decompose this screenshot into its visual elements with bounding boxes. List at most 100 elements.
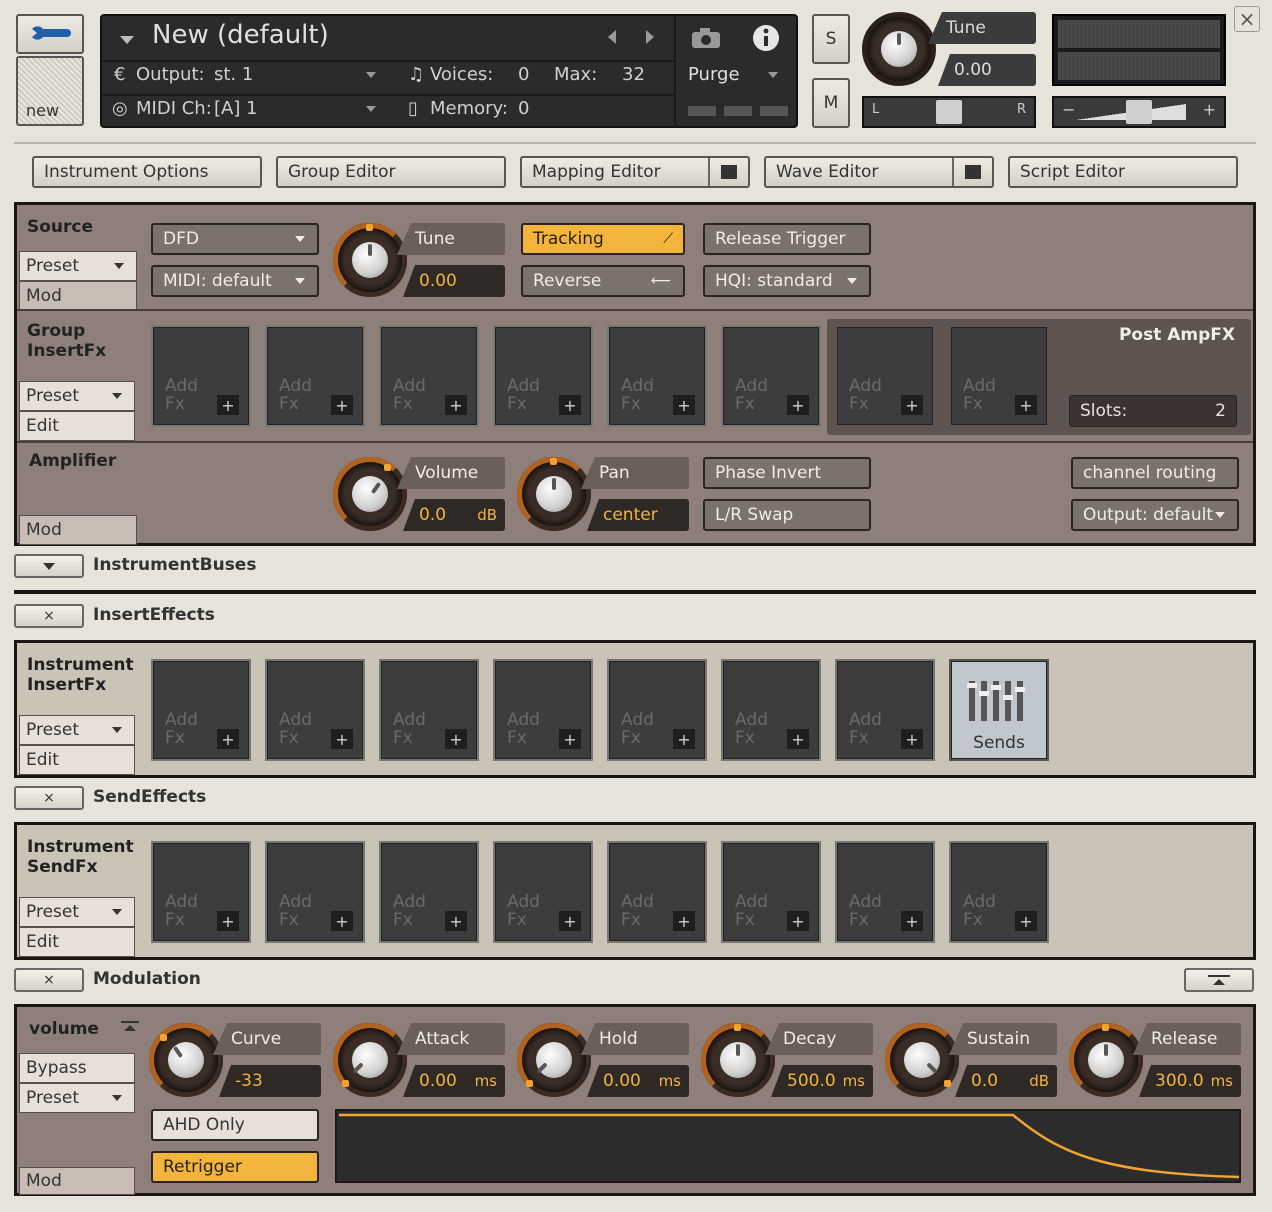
- inst-insert-slot-1[interactable]: Add Fx +: [151, 659, 251, 761]
- inst-send-slot-1[interactable]: Add Fx +: [151, 841, 251, 943]
- inst-send-slot-8[interactable]: Add Fx +: [949, 841, 1049, 943]
- add-fx-icon[interactable]: +: [1015, 911, 1037, 931]
- inst-insert-slot-2[interactable]: Add Fx +: [265, 659, 365, 761]
- decay-value[interactable]: 500.0 ms: [771, 1065, 873, 1097]
- add-fx-icon[interactable]: +: [787, 911, 809, 931]
- group-fx-slot-1[interactable]: Add Fx +: [151, 325, 251, 427]
- release-value[interactable]: 300.0 ms: [1139, 1065, 1241, 1097]
- inst-insert-edit-tab[interactable]: Edit: [19, 745, 135, 775]
- volume-handle[interactable]: [1126, 100, 1152, 124]
- modulation-close-button[interactable]: ×: [14, 968, 84, 992]
- tracking-button[interactable]: Tracking ⟋: [521, 223, 685, 255]
- header-tune-knob[interactable]: [862, 12, 936, 86]
- add-fx-icon[interactable]: +: [445, 911, 467, 931]
- add-fx-icon[interactable]: +: [559, 729, 581, 749]
- add-fx-icon[interactable]: +: [331, 395, 353, 415]
- pan-value[interactable]: center: [587, 499, 689, 531]
- instrument-buses-expand-button[interactable]: [14, 554, 84, 578]
- sustain-value[interactable]: 0.0 dB: [955, 1065, 1057, 1097]
- add-fx-icon[interactable]: +: [445, 729, 467, 749]
- mapping-editor-button[interactable]: Mapping Editor: [520, 156, 750, 188]
- source-tune-value[interactable]: 0.00: [403, 265, 505, 297]
- add-fx-icon[interactable]: +: [787, 729, 809, 749]
- sends-slot[interactable]: Sends: [949, 659, 1049, 761]
- mod-preset-tab[interactable]: Preset: [19, 1083, 135, 1113]
- close-button[interactable]: ×: [1234, 6, 1260, 32]
- midi-value[interactable]: [A] 1: [214, 98, 258, 119]
- ahd-only-button[interactable]: AHD Only: [151, 1109, 319, 1141]
- release-trigger-button[interactable]: Release Trigger: [703, 223, 871, 255]
- pan-handle[interactable]: [936, 100, 962, 124]
- phase-invert-button[interactable]: Phase Invert: [703, 457, 871, 489]
- volume-slider[interactable]: − +: [1052, 96, 1226, 128]
- add-fx-icon[interactable]: +: [331, 911, 353, 931]
- volume-value[interactable]: 0.0 dB: [403, 499, 505, 531]
- popout-icon[interactable]: [952, 158, 992, 186]
- curve-knob[interactable]: [149, 1023, 223, 1097]
- add-fx-icon[interactable]: +: [445, 395, 467, 415]
- inst-send-slot-3[interactable]: Add Fx +: [379, 841, 479, 943]
- reverse-button[interactable]: Reverse ⟵: [521, 265, 685, 297]
- add-fx-icon[interactable]: +: [901, 729, 923, 749]
- instrument-name[interactable]: New (default): [152, 20, 329, 50]
- midi-dropdown-icon[interactable]: [366, 106, 376, 112]
- mute-button[interactable]: M: [812, 78, 850, 128]
- add-fx-icon[interactable]: +: [217, 729, 239, 749]
- new-button[interactable]: new: [16, 56, 84, 126]
- header-tune-value[interactable]: 0.00: [938, 54, 1036, 86]
- wave-editor-button[interactable]: Wave Editor: [764, 156, 994, 188]
- add-fx-icon[interactable]: +: [559, 395, 581, 415]
- decay-knob[interactable]: [701, 1023, 775, 1097]
- group-fx-slot-6[interactable]: Add Fx +: [721, 325, 821, 427]
- info-icon[interactable]: [752, 24, 780, 52]
- pan-knob[interactable]: [517, 457, 591, 531]
- source-midi-select[interactable]: MIDI: default: [151, 265, 319, 297]
- inst-insert-slot-5[interactable]: Add Fx +: [607, 659, 707, 761]
- prev-arrow-icon[interactable]: [608, 30, 616, 44]
- add-fx-icon[interactable]: +: [673, 911, 695, 931]
- inst-send-preset-tab[interactable]: Preset: [19, 897, 135, 927]
- volume-knob[interactable]: [333, 457, 407, 531]
- amplifier-mod-tab[interactable]: Mod: [19, 515, 137, 545]
- bypass-tab[interactable]: Bypass: [19, 1053, 135, 1083]
- group-fx-slot-3[interactable]: Add Fx +: [379, 325, 479, 427]
- add-fx-icon[interactable]: +: [901, 395, 923, 415]
- source-tune-knob[interactable]: [333, 223, 407, 297]
- source-mod-tab[interactable]: Mod: [19, 281, 137, 311]
- add-fx-icon[interactable]: +: [559, 911, 581, 931]
- inst-send-slot-7[interactable]: Add Fx +: [835, 841, 935, 943]
- inst-insert-preset-tab[interactable]: Preset: [19, 715, 135, 745]
- modulation-collapse-button[interactable]: [1184, 968, 1254, 992]
- slots-field[interactable]: Slots: 2: [1069, 395, 1237, 427]
- add-fx-icon[interactable]: +: [331, 729, 353, 749]
- attack-value[interactable]: 0.00 ms: [403, 1065, 505, 1097]
- group-edit-tab[interactable]: Edit: [19, 411, 135, 441]
- inst-insert-slot-7[interactable]: Add Fx +: [835, 659, 935, 761]
- add-fx-icon[interactable]: +: [217, 395, 239, 415]
- curve-value[interactable]: -33: [219, 1065, 321, 1097]
- send-effects-close-button[interactable]: ×: [14, 786, 84, 810]
- pan-slider[interactable]: L R: [862, 96, 1036, 128]
- group-preset-tab[interactable]: Preset: [19, 381, 135, 411]
- popout-icon[interactable]: [708, 158, 748, 186]
- inst-insert-slot-3[interactable]: Add Fx +: [379, 659, 479, 761]
- max-value[interactable]: 32: [622, 64, 645, 85]
- post-fx-slot-2[interactable]: Add Fx +: [949, 325, 1049, 427]
- post-fx-slot-1[interactable]: Add Fx +: [835, 325, 935, 427]
- purge-label[interactable]: Purge: [688, 64, 740, 85]
- inst-send-slot-2[interactable]: Add Fx +: [265, 841, 365, 943]
- purge-dropdown-icon[interactable]: [768, 72, 778, 78]
- sustain-knob[interactable]: [885, 1023, 959, 1097]
- lr-swap-button[interactable]: L/R Swap: [703, 499, 871, 531]
- add-fx-icon[interactable]: +: [673, 729, 695, 749]
- next-arrow-icon[interactable]: [646, 30, 654, 44]
- inst-insert-slot-6[interactable]: Add Fx +: [721, 659, 821, 761]
- inst-send-slot-5[interactable]: Add Fx +: [607, 841, 707, 943]
- group-fx-slot-4[interactable]: Add Fx +: [493, 325, 593, 427]
- output-dropdown-icon[interactable]: [366, 72, 376, 78]
- hold-value[interactable]: 0.00 ms: [587, 1065, 689, 1097]
- source-preset-tab[interactable]: Preset: [19, 251, 137, 281]
- instrument-options-button[interactable]: Instrument Options: [32, 156, 262, 188]
- amp-output-select[interactable]: Output: default: [1071, 499, 1239, 531]
- solo-button[interactable]: S: [812, 14, 850, 64]
